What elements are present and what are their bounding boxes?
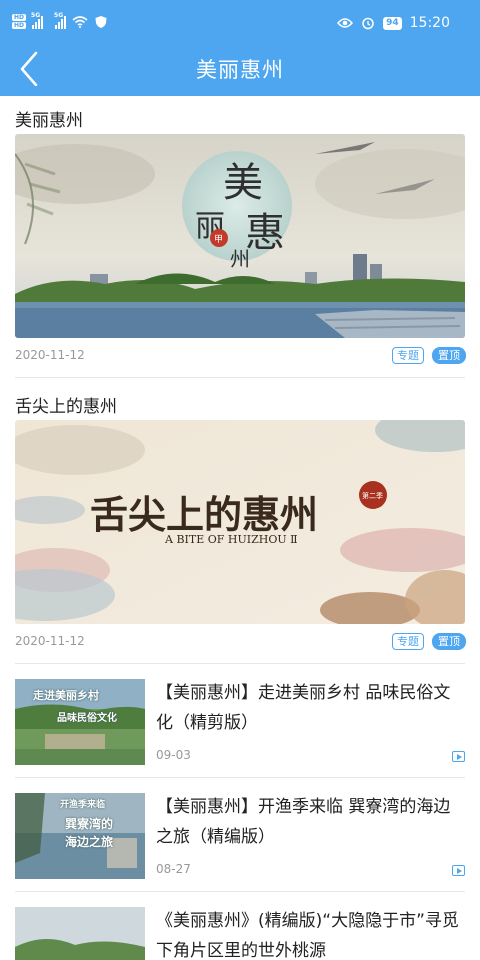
card-tags: 专题 置顶 xyxy=(392,633,466,650)
divider xyxy=(15,891,465,892)
divider xyxy=(15,663,465,664)
banner-art: 美 丽 惠 州 甲 xyxy=(15,134,465,338)
feature-card[interactable]: 美丽惠州 美 丽 惠 州 甲 2020-11-12 专题 置顶 xyxy=(0,96,480,378)
card-date: 2020-11-12 xyxy=(15,348,85,362)
card-banner-image[interactable]: 舌尖上的惠州 A BITE OF HUIZHOU Ⅱ 第二季 xyxy=(15,420,465,624)
card-title: 美丽惠州 xyxy=(15,111,83,131)
pinned-tag: 置顶 xyxy=(432,633,466,650)
list-item-title: 【美丽惠州】开渔季来临 巽寮湾的海边之旅（精编版） xyxy=(156,797,451,847)
list-item[interactable]: 《美丽惠州》(精编版)“大隐隐于市”寻觅下角片区里的世外桃源 xyxy=(0,894,480,960)
list-item-thumbnail xyxy=(15,907,145,960)
banner-english: A BITE OF HUIZHOU Ⅱ xyxy=(164,533,298,546)
card-title: 舌尖上的惠州 xyxy=(15,397,117,417)
list-item-title: 【美丽惠州】走进美丽乡村 品味民俗文化（精剪版） xyxy=(156,683,451,733)
network-type-label: 5G xyxy=(31,11,41,19)
network-type-label: 5G xyxy=(54,11,64,19)
list-item-date: 08-27 xyxy=(156,862,191,876)
calligraphy-char: 美 xyxy=(223,160,263,206)
video-icon xyxy=(452,865,465,876)
thumbnail-caption: 巽寮湾的 xyxy=(65,817,114,831)
shield-icon xyxy=(95,15,107,28)
signal-icon: 5G xyxy=(54,11,67,29)
video-icon xyxy=(452,751,465,762)
banner-headline: 舌尖上的惠州 xyxy=(90,492,318,537)
wifi-icon xyxy=(72,15,88,28)
thumbnail-caption: 海边之旅 xyxy=(65,835,114,849)
nav-bar: 美丽惠州 xyxy=(0,46,480,90)
list-item-title: 《美丽惠州》(精编版)“大隐隐于市”寻觅下角片区里的世外桃源 xyxy=(156,911,459,960)
season-seal: 第二季 xyxy=(362,491,383,500)
card-banner-image[interactable]: 美 丽 惠 州 甲 xyxy=(15,134,465,338)
pinned-tag: 置顶 xyxy=(432,347,466,364)
topic-tag: 专题 xyxy=(392,633,424,650)
banner-art: 舌尖上的惠州 A BITE OF HUIZHOU Ⅱ 第二季 xyxy=(15,420,465,624)
status-right: 94 15:20 xyxy=(337,15,450,31)
hd-badge: HD xyxy=(12,14,27,21)
divider xyxy=(15,377,465,378)
calligraphy-char: 州 xyxy=(230,247,250,271)
page-title: 美丽惠州 xyxy=(196,58,284,82)
status-bar: HD HD 5G 5G 94 15:20 xyxy=(0,0,480,50)
list-item[interactable]: 开渔季来临 巽寮湾的 海边之旅 【美丽惠州】开渔季来临 巽寮湾的海边之旅（精编版… xyxy=(0,780,480,892)
list-item-date: 09-03 xyxy=(156,748,191,762)
top-bar: HD HD 5G 5G 94 15:20 美丽惠州 xyxy=(0,0,480,96)
thumbnail-art xyxy=(15,907,145,960)
list-item-thumbnail: 走进美丽乡村 品味民俗文化 xyxy=(15,679,145,765)
hd-badges: HD HD xyxy=(12,14,27,29)
seal-char: 甲 xyxy=(214,234,223,245)
list-item-thumbnail: 开渔季来临 巽寮湾的 海边之旅 xyxy=(15,793,145,879)
status-left: HD HD 5G 5G xyxy=(12,11,108,29)
alarm-icon xyxy=(362,17,374,30)
hd-badge: HD xyxy=(12,22,27,29)
list-item[interactable]: 走进美丽乡村 品味民俗文化 【美丽惠州】走进美丽乡村 品味民俗文化（精剪版） 0… xyxy=(0,666,480,778)
divider xyxy=(15,777,465,778)
calligraphy-char: 惠 xyxy=(245,210,285,256)
eye-icon xyxy=(337,18,354,28)
card-date: 2020-11-12 xyxy=(15,634,85,648)
thumbnail-caption: 开渔季来临 xyxy=(60,800,106,810)
feature-card[interactable]: 舌尖上的惠州 舌尖上的惠州 A BITE OF HUIZHOU Ⅱ 第二季 20… xyxy=(0,382,480,664)
card-tags: 专题 置顶 xyxy=(392,347,466,364)
topic-tag: 专题 xyxy=(392,347,424,364)
signal-icon: 5G xyxy=(31,11,44,29)
battery-level: 94 xyxy=(383,16,402,30)
clock: 15:20 xyxy=(409,15,450,31)
thumbnail-caption: 品味民俗文化 xyxy=(57,713,117,724)
thumbnail-caption: 走进美丽乡村 xyxy=(33,689,99,702)
